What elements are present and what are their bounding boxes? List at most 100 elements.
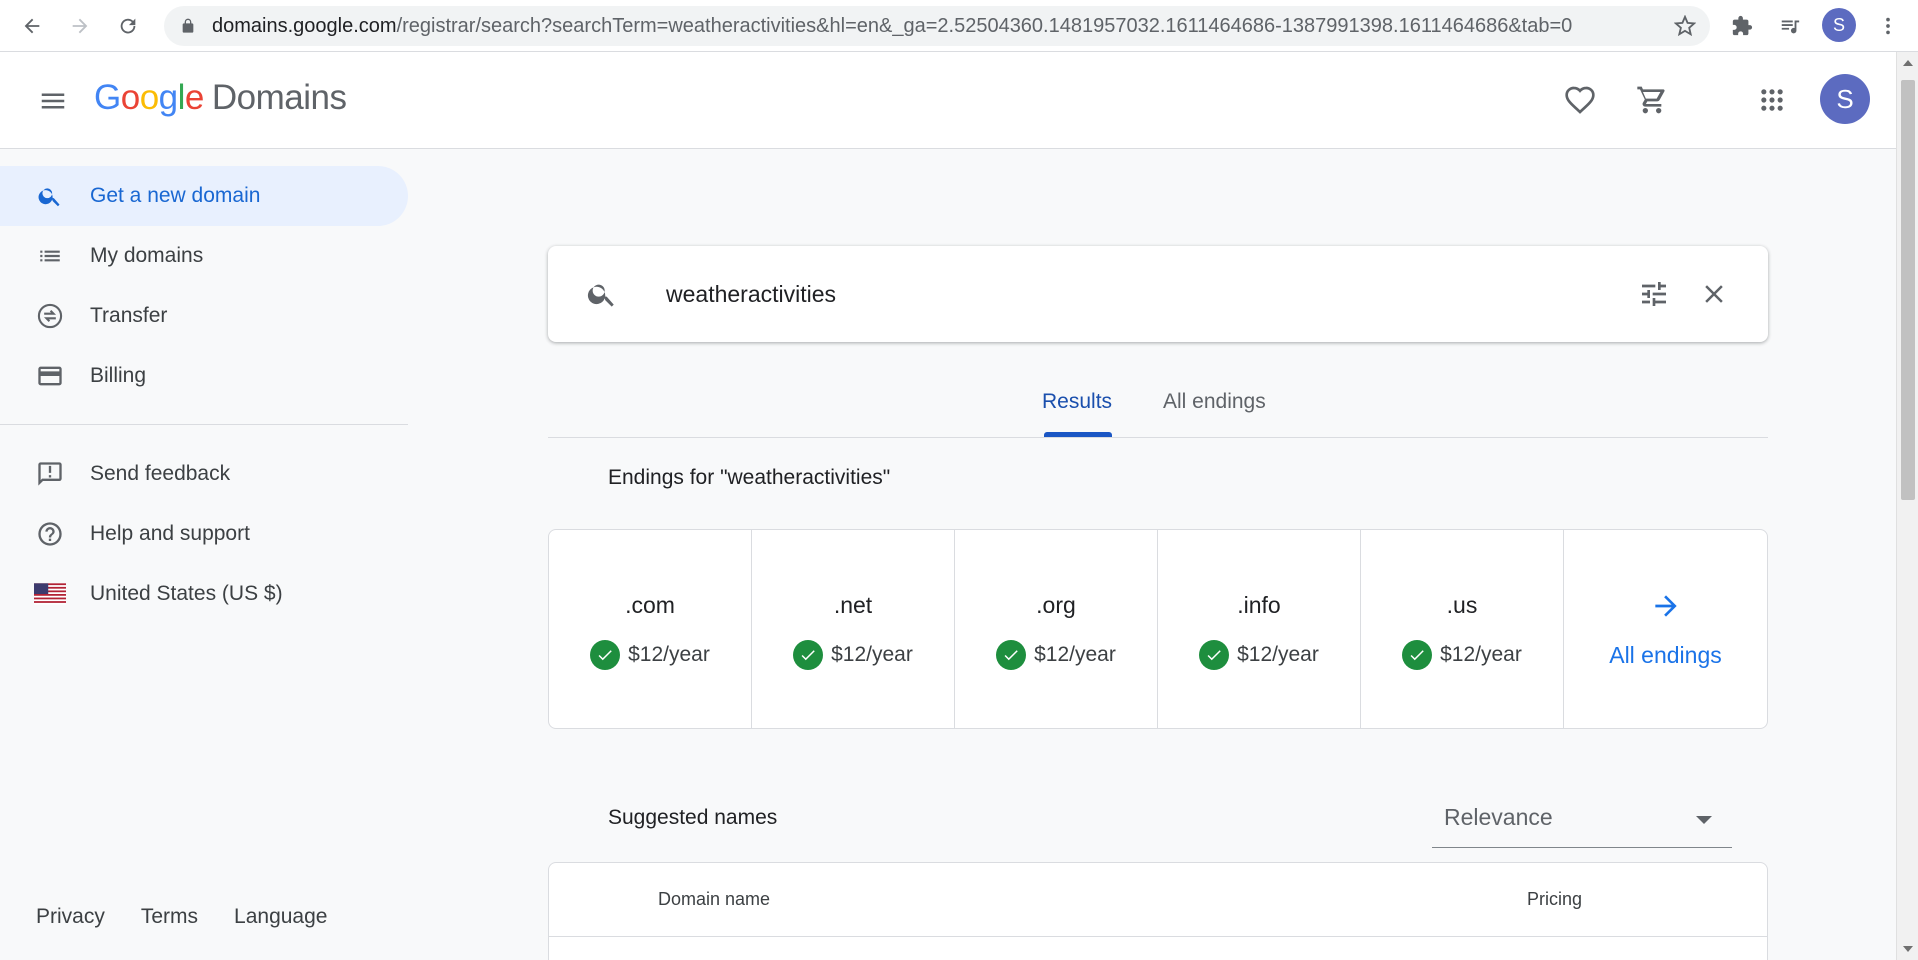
list-icon	[34, 241, 66, 271]
price-row: $12/year	[955, 640, 1157, 670]
all-endings-card[interactable]: All endings	[1564, 530, 1767, 728]
sidebar-item-send-feedback[interactable]: Send feedback	[0, 444, 408, 504]
endings-title: Endings for "weatheractivities"	[608, 466, 891, 489]
browser-profile-avatar[interactable]: S	[1822, 8, 1856, 42]
apps-button[interactable]	[1752, 80, 1792, 120]
sidebar-item-label: Help and support	[90, 522, 250, 545]
arrow-forward-icon	[1564, 590, 1767, 622]
scroll-down-arrow[interactable]	[1903, 946, 1913, 952]
logo-letter: o	[120, 78, 140, 117]
dropdown-caret-icon	[1696, 816, 1712, 824]
sidebar-item-country[interactable]: United States (US $)	[0, 564, 408, 624]
url-host: domains.google.com	[212, 15, 397, 37]
favorites-button[interactable]	[1560, 80, 1600, 120]
price-label: $12/year	[831, 643, 913, 666]
search-icon	[34, 181, 66, 211]
google-domains-logo[interactable]: Google Domains	[94, 78, 347, 118]
ending-card-info[interactable]: .info $12/year	[1158, 530, 1361, 728]
available-check-icon	[590, 640, 621, 670]
price-row: $12/year	[1158, 640, 1360, 670]
forward-button[interactable]	[64, 10, 96, 42]
sidebar-item-my-domains[interactable]: My domains	[0, 226, 408, 286]
address-bar[interactable]: domains.google.com/registrar/search?sear…	[164, 6, 1710, 46]
extensions-button[interactable]	[1726, 10, 1758, 42]
column-pricing: Pricing	[1527, 889, 1583, 909]
scrollbar-thumb[interactable]	[1901, 80, 1915, 500]
language-link[interactable]: Language	[234, 905, 327, 929]
page-scrollbar[interactable]	[1896, 52, 1918, 960]
more-vert-icon	[1886, 17, 1890, 35]
sidebar: Get a new domain My domains Transfer Bil…	[0, 150, 408, 960]
sidebar-divider	[0, 424, 408, 425]
url-path: /registrar/search?searchTerm=weatheracti…	[396, 15, 1573, 37]
heart-icon	[1565, 86, 1595, 114]
sidebar-footer: Privacy Terms Language	[36, 905, 327, 929]
price-row: $12/year	[549, 640, 751, 670]
available-check-icon	[1402, 640, 1433, 670]
tld-label: .net	[833, 592, 873, 618]
price-label: $12/year	[1034, 643, 1116, 666]
search-icon[interactable]	[586, 278, 618, 310]
price-label: $12/year	[628, 643, 710, 666]
sidebar-item-label: Get a new domain	[90, 184, 261, 207]
sort-value: Relevance	[1444, 804, 1553, 830]
close-icon	[1705, 285, 1723, 303]
scroll-up-arrow[interactable]	[1903, 60, 1913, 66]
price-row: $12/year	[752, 640, 954, 670]
tab-all-endings[interactable]: All endings	[1163, 390, 1266, 414]
sidebar-item-label: Transfer	[90, 304, 168, 327]
terms-link[interactable]: Terms	[141, 905, 198, 929]
sidebar-item-help[interactable]: Help and support	[0, 504, 408, 564]
suggested-names-table: Domain name Pricing	[548, 862, 1768, 960]
reload-button[interactable]	[112, 10, 144, 42]
ending-card-com[interactable]: .com $12/year	[549, 530, 752, 728]
sort-dropdown[interactable]: Relevance	[1432, 790, 1732, 848]
help-icon	[34, 519, 66, 549]
tab-results[interactable]: Results	[1042, 390, 1112, 414]
sidebar-item-get-new-domain[interactable]: Get a new domain	[0, 166, 408, 226]
all-endings-link: All endings	[1609, 642, 1722, 668]
bookmark-star-icon[interactable]	[1674, 15, 1696, 37]
apps-grid-icon	[1761, 89, 1783, 111]
feedback-icon	[34, 459, 66, 489]
tld-label: .org	[1036, 592, 1076, 618]
logo-letter: g	[158, 78, 178, 117]
column-domain-name: Domain name	[658, 889, 771, 909]
logo-letter: o	[139, 78, 159, 117]
transfer-icon	[34, 301, 66, 331]
tune-icon	[1642, 282, 1666, 306]
playlist-icon	[1781, 20, 1800, 34]
credit-card-icon	[34, 361, 66, 391]
sidebar-item-billing[interactable]: Billing	[0, 346, 408, 406]
price-label: $12/year	[1237, 643, 1319, 666]
sidebar-item-label: United States (US $)	[90, 582, 283, 605]
logo-letter: G	[94, 78, 121, 117]
cart-icon	[1637, 86, 1665, 114]
ending-card-net[interactable]: .net $12/year	[752, 530, 955, 728]
privacy-link[interactable]: Privacy	[36, 905, 105, 929]
tld-label: .com	[625, 592, 675, 618]
domain-search-input[interactable]	[666, 272, 1566, 316]
url-text: domains.google.com/registrar/search?sear…	[212, 6, 1572, 46]
main-menu-button[interactable]	[36, 84, 70, 118]
ending-card-org[interactable]: .org $12/year	[955, 530, 1158, 728]
lock-icon	[182, 18, 194, 33]
reload-icon	[120, 18, 136, 34]
app-header: Google Domains S	[0, 52, 1896, 149]
account-avatar[interactable]: S	[1820, 74, 1870, 124]
sidebar-item-transfer[interactable]: Transfer	[0, 286, 408, 346]
browser-menu-button[interactable]	[1872, 10, 1904, 42]
cart-button[interactable]	[1632, 80, 1672, 120]
ending-card-us[interactable]: .us $12/year	[1361, 530, 1564, 728]
browser-toolbar: domains.google.com/registrar/search?sear…	[0, 0, 1918, 52]
sidebar-item-label: Billing	[90, 364, 147, 387]
us-flag-icon	[34, 579, 66, 609]
back-button[interactable]	[16, 10, 48, 42]
tld-label: .info	[1237, 592, 1281, 618]
puzzle-icon	[1732, 15, 1753, 36]
tld-label: .us	[1446, 592, 1478, 618]
clear-search-button[interactable]	[1696, 276, 1732, 312]
sidebar-item-label: Send feedback	[90, 462, 231, 485]
filter-button[interactable]	[1636, 276, 1672, 312]
media-control-button[interactable]	[1774, 10, 1806, 42]
